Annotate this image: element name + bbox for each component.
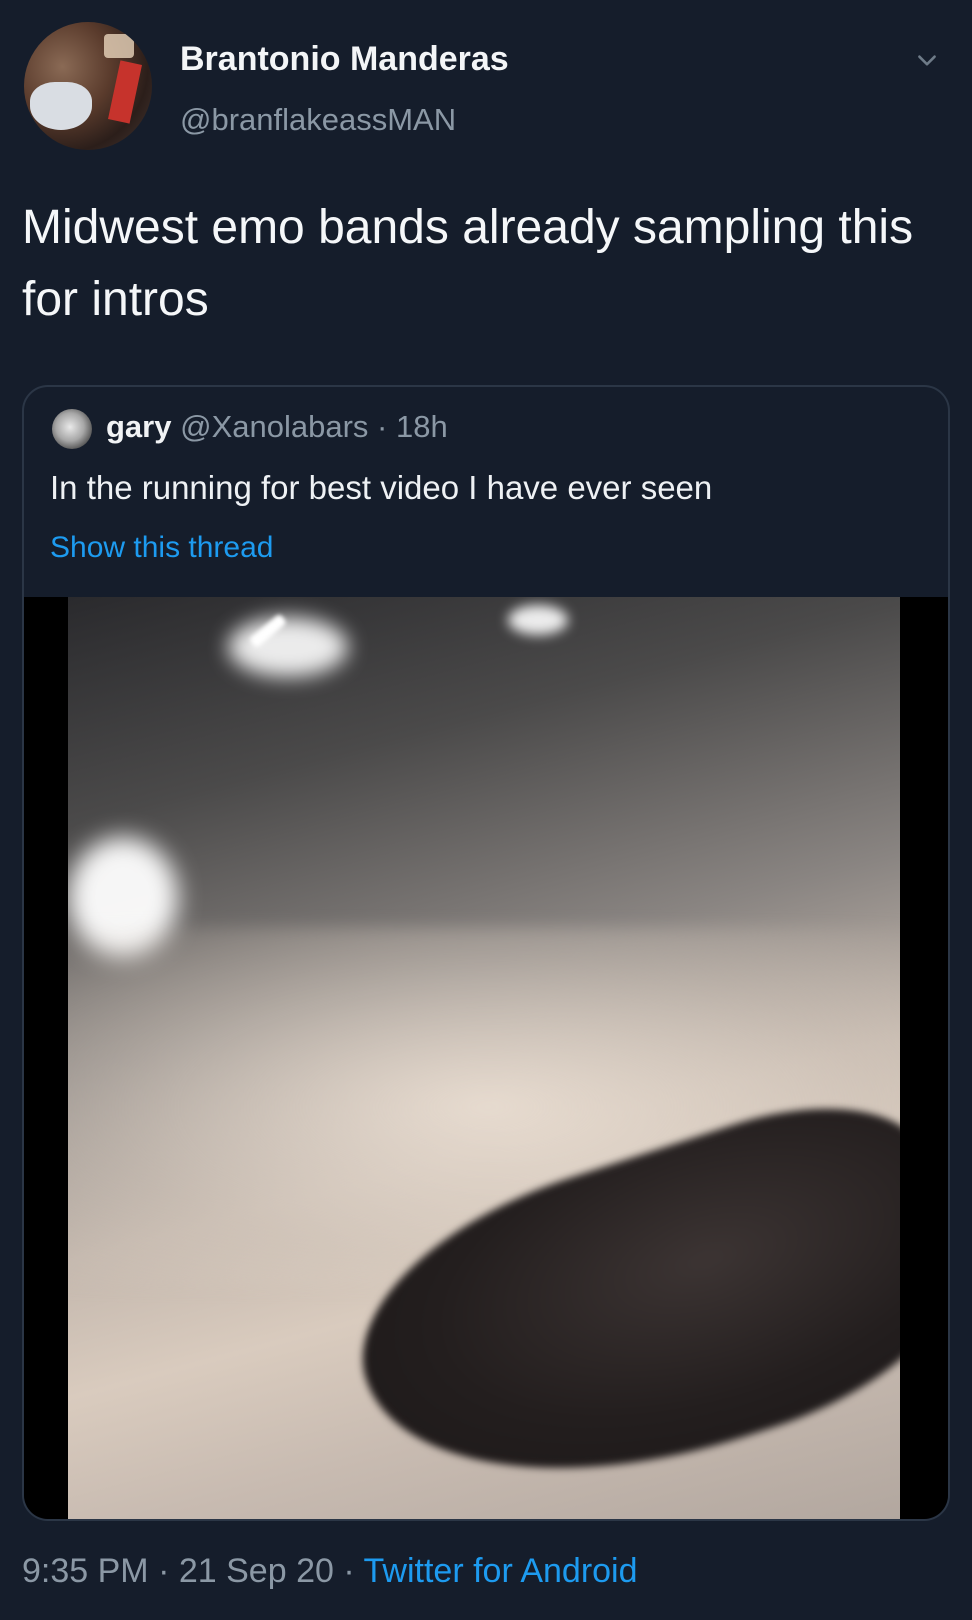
video-frame: [68, 597, 900, 1519]
author-handle[interactable]: @branflakeassMAN: [180, 102, 456, 138]
quoted-tweet[interactable]: gary @Xanolabars · 18h In the running fo…: [22, 385, 950, 1521]
quoted-author-handle: @Xanolabars: [180, 409, 369, 444]
quoted-tweet-text: In the running for best video I have eve…: [50, 469, 713, 506]
author-avatar[interactable]: [24, 22, 152, 150]
tweet-footer: 9:35 PM · 21 Sep 20 · Twitter for Androi…: [22, 1552, 638, 1591]
quoted-separator: ·: [377, 409, 388, 444]
chevron-down-icon[interactable]: [914, 48, 940, 74]
footer-separator: ·: [158, 1552, 170, 1590]
tweet-source-link[interactable]: Twitter for Android: [364, 1552, 638, 1590]
show-thread-link[interactable]: Show this thread: [50, 531, 273, 565]
footer-separator: ·: [343, 1552, 355, 1590]
quoted-tweet-age: 18h: [396, 409, 448, 444]
tweet-date[interactable]: 21 Sep 20: [179, 1552, 334, 1590]
tweet-text: Midwest emo bands already sampling this …: [22, 201, 914, 326]
video-player[interactable]: [24, 597, 948, 1519]
tweet: Brantonio Manderas @branflakeassMAN Midw…: [0, 0, 972, 1620]
quoted-author-name: gary: [106, 409, 172, 444]
author-display-name[interactable]: Brantonio Manderas: [180, 40, 509, 79]
tweet-time[interactable]: 9:35 PM: [22, 1552, 149, 1590]
quoted-tweet-header: gary @Xanolabars · 18h: [106, 409, 448, 445]
quoted-author-avatar: [52, 409, 92, 449]
